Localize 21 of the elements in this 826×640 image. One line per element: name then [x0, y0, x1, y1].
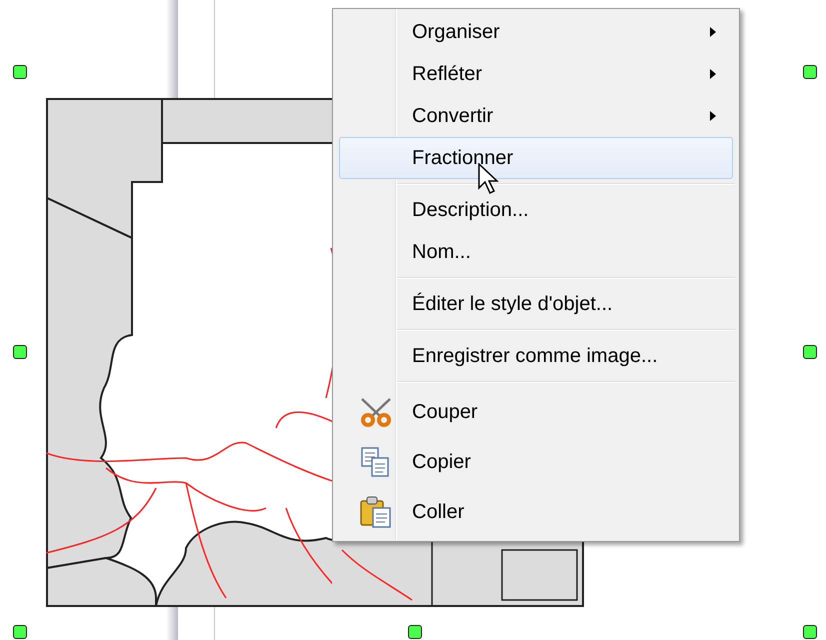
menu-item[interactable]: Coller: [339, 487, 733, 537]
menu-item[interactable]: Organiser: [339, 11, 733, 53]
menu-item[interactable]: Description...: [339, 189, 733, 231]
selection-handle[interactable]: [408, 625, 422, 639]
menu-item[interactable]: Éditer le style d'objet...: [339, 283, 733, 325]
menu-item[interactable]: Enregistrer comme image...: [339, 335, 733, 377]
clipboard-icon: [359, 495, 393, 529]
selection-handle[interactable]: [803, 65, 817, 79]
menu-item[interactable]: Fractionner: [339, 137, 733, 179]
menu-item[interactable]: Nom...: [339, 231, 733, 273]
selection-handle[interactable]: [13, 345, 27, 359]
selection-handle[interactable]: [803, 625, 817, 639]
scissors-icon: [359, 397, 393, 427]
menu-item[interactable]: Refléter: [339, 53, 733, 95]
selection-handle[interactable]: [13, 625, 27, 639]
menu-item[interactable]: Convertir: [339, 95, 733, 137]
menu-item[interactable]: Couper: [339, 387, 733, 437]
menu-item[interactable]: Copier: [339, 437, 733, 487]
selection-handle[interactable]: [803, 345, 817, 359]
copy-icon: [360, 446, 392, 478]
selection-handle[interactable]: [13, 65, 27, 79]
